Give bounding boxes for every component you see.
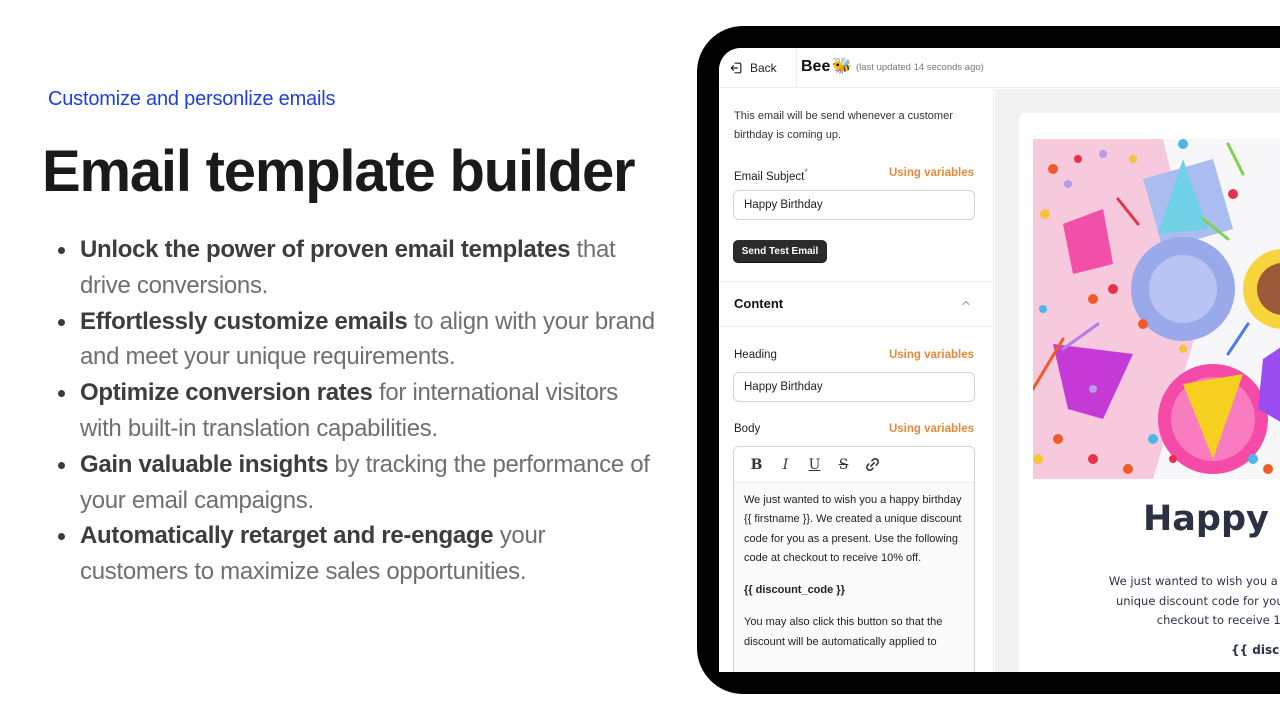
preview-body-line: checkout to receive 10% off. — [1156, 613, 1280, 627]
required-mark: * — [804, 167, 808, 177]
subject-label-text: Email Subject — [734, 170, 805, 183]
back-arrow-icon — [730, 62, 742, 74]
body-rich-text-editor[interactable]: B I U S We just wanted to wish you a hap… — [733, 446, 975, 672]
heading-label: Heading — [734, 349, 777, 361]
link-icon[interactable] — [864, 456, 881, 473]
feature-highlight: Optimize conversion rates — [80, 379, 373, 407]
editor-toolbar: B I U S — [734, 447, 974, 483]
send-test-email-button[interactable]: Send Test Email — [733, 240, 827, 262]
strikethrough-icon[interactable]: S — [835, 456, 852, 473]
app-header: Back Bee 🐝 (last updated 14 seconds ago) — [719, 48, 1280, 88]
preview-heading: Happy Birthday — [1143, 499, 1280, 539]
body-label: Body — [734, 423, 761, 435]
italic-icon[interactable]: I — [777, 456, 794, 473]
heading-input[interactable]: Happy Birthday — [733, 372, 975, 402]
bee-icon: 🐝 — [832, 58, 852, 75]
app-screen: Back Bee 🐝 (last updated 14 seconds ago)… — [719, 48, 1280, 672]
template-description: This email will be send whenever a custo… — [734, 110, 953, 141]
preview-body-line: We just wanted to wish you a happy birth… — [1108, 574, 1280, 588]
feature-list: Unlock the power of proven email templat… — [58, 232, 658, 590]
feature-highlight: Effortlessly customize emails — [80, 307, 408, 335]
template-title: Bee — [801, 58, 831, 75]
editor-content[interactable]: We just wanted to wish you a happy birth… — [734, 483, 974, 672]
feature-item: Optimize conversion rates for internatio… — [58, 375, 658, 447]
feature-item: Automatically retarget and re-engage you… — [58, 518, 658, 590]
chevron-up-icon[interactable] — [961, 298, 971, 308]
back-button[interactable]: Back — [719, 48, 797, 88]
heading-using-variables-link[interactable]: Using variables — [889, 349, 974, 361]
subject-input[interactable]: Happy Birthday — [733, 190, 975, 220]
eyebrow-subtitle: Customize and personlize emails — [48, 88, 336, 110]
body-paragraph: You may also click this button so that t… — [744, 616, 943, 648]
bold-icon[interactable]: B — [748, 456, 765, 473]
feature-highlight: Automatically retarget and re-engage — [80, 522, 494, 550]
body-paragraph: We just wanted to wish you a happy birth… — [744, 494, 962, 564]
divider — [719, 281, 994, 282]
feature-highlight: Gain valuable insights — [80, 450, 329, 478]
body-discount-code: {{ discount_code }} — [744, 584, 845, 597]
underline-icon[interactable]: U — [806, 456, 823, 473]
feature-item: Unlock the power of proven email templat… — [58, 232, 658, 304]
back-label: Back — [750, 61, 777, 75]
last-updated-status: (last updated 14 seconds ago) — [856, 62, 984, 73]
feature-item: Effortlessly customize emails to align w… — [58, 304, 658, 376]
preview-discount-code: {{ discount_code }} — [1231, 643, 1280, 657]
content-section-title[interactable]: Content — [734, 296, 783, 311]
subject-using-variables-link[interactable]: Using variables — [889, 167, 974, 179]
feature-highlight: Unlock the power of proven email templat… — [80, 236, 571, 263]
email-preview-card: Happy Birthday We just wanted to wish yo… — [1019, 113, 1280, 672]
subject-label: Email Subject* — [734, 167, 808, 183]
preview-body: We just wanted to wish you a happy birth… — [1059, 572, 1280, 631]
birthday-party-image — [1033, 139, 1280, 479]
settings-panel: This email will be send whenever a custo… — [719, 89, 994, 672]
email-preview-pane: Happy Birthday We just wanted to wish yo… — [995, 89, 1280, 672]
feature-item: Gain valuable insights by tracking the p… — [58, 447, 658, 519]
page-headline: Email template builder — [42, 139, 636, 204]
body-using-variables-link[interactable]: Using variables — [889, 423, 974, 435]
preview-body-line: unique discount code for you as a presen… — [1115, 593, 1280, 608]
divider — [719, 326, 994, 327]
